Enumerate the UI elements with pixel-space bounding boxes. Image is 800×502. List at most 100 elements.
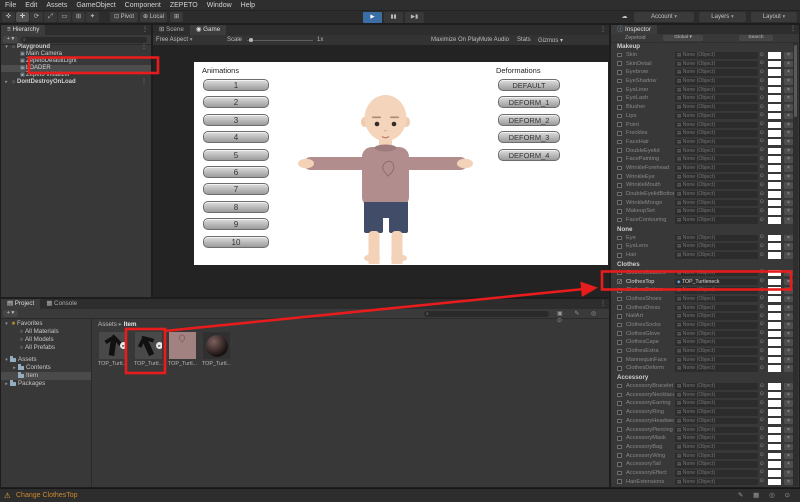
color-swatch[interactable]	[768, 52, 781, 59]
object-field-skindetail[interactable]: ▤None (Object)	[675, 61, 758, 68]
object-picker-icon[interactable]: ⊙	[760, 400, 765, 406]
color-swatch[interactable]	[768, 435, 781, 442]
object-field-accessorytail[interactable]: ▤None (Object)	[675, 461, 758, 468]
color-swatch[interactable]	[768, 392, 781, 399]
clear-button[interactable]: ×	[784, 113, 793, 120]
clear-button[interactable]: ×	[784, 61, 793, 68]
checkbox-point[interactable]	[617, 122, 622, 127]
clear-button[interactable]: ×	[784, 444, 793, 451]
color-swatch[interactable]	[768, 182, 781, 189]
clear-button[interactable]: ×	[784, 479, 793, 486]
clear-button[interactable]: ×	[784, 461, 793, 468]
checkbox-wrinklemongo[interactable]	[617, 200, 622, 205]
deformation-button-deform_4[interactable]: DEFORM_4	[498, 149, 560, 161]
color-swatch[interactable]	[768, 148, 781, 155]
checkbox-clothesglove[interactable]	[617, 331, 622, 336]
menu-dots-icon[interactable]: ⋮	[141, 44, 147, 51]
color-swatch[interactable]	[768, 322, 781, 329]
tab-console[interactable]: ▦ Console	[40, 299, 83, 309]
color-swatch[interactable]	[768, 339, 781, 346]
local-toggle[interactable]: ⊕ Local	[140, 12, 167, 22]
clear-button[interactable]: ×	[784, 427, 793, 434]
deformation-button-deform_3[interactable]: DEFORM_3	[498, 131, 560, 143]
object-field-eyeliner[interactable]: ▤None (Object)	[675, 87, 758, 94]
object-picker-icon[interactable]: ⊙	[760, 461, 765, 467]
clear-button[interactable]: ×	[784, 418, 793, 425]
clear-button[interactable]: ×	[784, 400, 793, 407]
object-field-mannequinface[interactable]: ▤None (Object)	[675, 357, 758, 364]
cloud-icon[interactable]: ☁	[617, 12, 632, 22]
breadcrumb-assets[interactable]: Assets	[98, 321, 117, 328]
pause-button[interactable]: ▮▮	[384, 12, 403, 23]
layers-dropdown[interactable]: Layers ▾	[699, 12, 746, 22]
object-picker-icon[interactable]: ⊙	[760, 383, 765, 389]
expander-icon[interactable]: ▸	[11, 364, 18, 372]
color-swatch[interactable]	[768, 252, 781, 259]
object-picker-icon[interactable]: ⊙	[760, 95, 765, 101]
color-swatch[interactable]	[768, 331, 781, 338]
checkbox-accessorybag[interactable]	[617, 445, 622, 450]
hierarchy-item-loader[interactable]: ▣LOADER	[1, 65, 151, 72]
object-picker-icon[interactable]: ⊙	[760, 356, 765, 362]
game-toolbar-stats[interactable]: Stats	[517, 37, 531, 43]
clear-button[interactable]: ×	[784, 252, 793, 259]
checkbox-clothesextra[interactable]	[617, 349, 622, 354]
clear-button[interactable]: ×	[784, 243, 793, 250]
color-swatch[interactable]	[768, 61, 781, 68]
object-picker-icon[interactable]: ⊙	[760, 443, 765, 449]
menu-dots-icon[interactable]: ⋮	[141, 79, 147, 86]
expander-icon[interactable]: ▾	[3, 356, 10, 364]
color-swatch[interactable]	[768, 87, 781, 94]
tab-project[interactable]: ▤ Project	[1, 299, 40, 309]
object-field-skin[interactable]: ▤None (Object)	[675, 52, 758, 59]
checkbox-hair[interactable]	[617, 253, 622, 258]
hierarchy-item-playground[interactable]: ▾⬦Playground⋮	[1, 44, 151, 51]
menu-component[interactable]: Component	[125, 2, 161, 9]
color-swatch[interactable]	[768, 69, 781, 76]
checkbox-eyelash[interactable]	[617, 96, 622, 101]
animation-button-9[interactable]: 9	[203, 218, 269, 230]
object-field-clothesextra[interactable]: ▤None (Object)	[675, 348, 758, 355]
checkbox-facepainting[interactable]	[617, 157, 622, 162]
transform-tool-icon[interactable]: ⊞	[72, 12, 85, 22]
object-field-accessorybag[interactable]: ▤None (Object)	[675, 444, 758, 451]
checkbox-wrinkleforehead[interactable]	[617, 166, 622, 171]
object-picker-icon[interactable]: ⊙	[760, 147, 765, 153]
color-swatch[interactable]	[768, 305, 781, 312]
animation-button-7[interactable]: 7	[203, 183, 269, 195]
object-field-facecontouring[interactable]: ▤None (Object)	[675, 217, 758, 224]
color-swatch[interactable]	[768, 122, 781, 129]
clear-button[interactable]: ×	[784, 270, 793, 277]
project-tree-packages-folder[interactable]: ▸Packages	[1, 380, 91, 388]
object-picker-icon[interactable]: ⊙	[760, 304, 765, 310]
color-swatch[interactable]	[768, 313, 781, 320]
hierarchy-item-dontdestroyonload[interactable]: ▸⬦DontDestroyOnLoad⋮	[1, 79, 151, 86]
color-swatch[interactable]	[768, 357, 781, 364]
object-picker-icon[interactable]: ⊙	[760, 130, 765, 136]
object-field-accessorybracelet[interactable]: ▤None (Object)	[675, 383, 758, 390]
object-picker-icon[interactable]: ⊙	[760, 409, 765, 415]
object-field-makeupset[interactable]: ▤None (Object)	[675, 208, 758, 215]
breadcrumb-item[interactable]: Item	[124, 321, 137, 328]
menu-window[interactable]: Window	[207, 2, 232, 9]
color-swatch[interactable]	[768, 139, 781, 146]
object-picker-icon[interactable]: ⊙	[760, 173, 765, 179]
clear-button[interactable]: ×	[784, 392, 793, 399]
checkbox-accessoryring[interactable]	[617, 410, 622, 415]
tab-scene[interactable]: ⊞ Scene	[153, 25, 190, 35]
clear-button[interactable]: ×	[784, 78, 793, 85]
checkbox-accessorynecklace[interactable]	[617, 393, 622, 398]
color-swatch[interactable]	[768, 348, 781, 355]
color-swatch[interactable]	[768, 453, 781, 460]
tab-inspector[interactable]: ⓘ Inspector	[611, 25, 657, 34]
object-picker-icon[interactable]: ⊙	[760, 330, 765, 336]
tab-hierarchy[interactable]: ≡ Hierarchy	[1, 25, 45, 35]
color-swatch[interactable]	[768, 130, 781, 137]
object-field-eyelash[interactable]: ▤None (Object)	[675, 95, 758, 102]
deformation-button-deform_1[interactable]: DEFORM_1	[498, 96, 560, 108]
game-toolbar-mute-audio[interactable]: Mute Audio	[479, 37, 509, 43]
color-swatch[interactable]	[768, 479, 781, 486]
snap-toggle[interactable]: ⊞	[170, 12, 183, 22]
color-swatch[interactable]	[768, 270, 781, 277]
game-panel-menu[interactable]: ⋮	[600, 25, 606, 35]
